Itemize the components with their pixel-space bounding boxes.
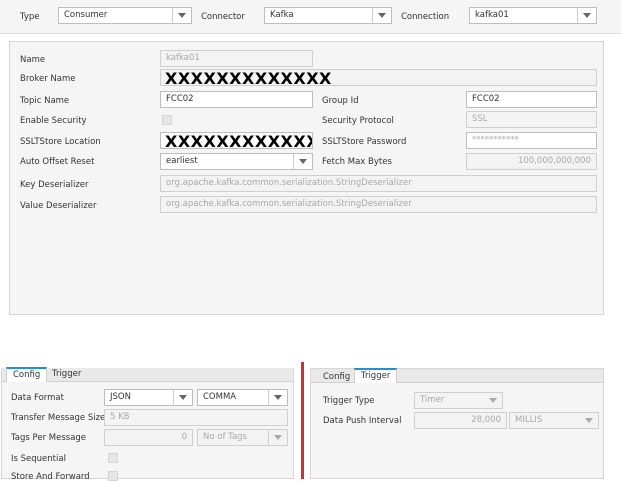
ssl-password-label: SSLTStore Password [322, 137, 407, 147]
group-id-value: FCC02 [472, 94, 500, 104]
split-divider[interactable] [301, 362, 304, 479]
type-value: Consumer [64, 10, 108, 20]
key-deserializer-field: org.apache.kafka.common.serialization.St… [160, 175, 597, 192]
transfer-message-size-field: 5 KB [104, 409, 288, 426]
ssl-location-field[interactable]: XXXXXXXXXXXX [160, 132, 313, 149]
type-label: Type [20, 12, 40, 22]
security-protocol-label: Security Protocol [322, 116, 394, 126]
store-and-forward-label: Store And Forward [11, 472, 90, 482]
push-interval-unit-value: MILLIS [515, 415, 543, 425]
name-value: kafka01 [166, 53, 200, 63]
connector-select[interactable]: Kafka [264, 7, 392, 24]
chevron-down-icon [268, 390, 287, 405]
left-tab-config-label: Config [13, 370, 41, 380]
data-format-value: JSON [110, 392, 131, 402]
left-tab-config[interactable]: Config [6, 367, 48, 382]
data-push-interval-field: 28,000 [414, 412, 507, 429]
key-deserializer-value: org.apache.kafka.common.serialization.St… [166, 178, 412, 188]
delimiter-value: COMMA [203, 392, 237, 402]
left-tab-trigger-label: Trigger [52, 369, 82, 379]
security-protocol-value: SSL [472, 114, 488, 124]
connector-label: Connector [201, 12, 245, 22]
fetch-max-bytes-field: 100,000,000,000 [466, 153, 597, 170]
auto-offset-reset-value: earliest [166, 156, 198, 166]
push-interval-unit-select: MILLIS [509, 412, 599, 429]
broker-name-field[interactable]: XXXXXXXXXXXXX [160, 69, 597, 86]
enable-security-label: Enable Security [20, 116, 87, 126]
name-label: Name [20, 55, 46, 65]
name-field: kafka01 [160, 50, 313, 67]
data-push-interval-value: 28,000 [471, 415, 501, 425]
right-tab-config-label: Config [323, 372, 351, 382]
key-deserializer-label: Key Deserializer [20, 180, 89, 190]
chevron-down-icon [372, 8, 391, 23]
enable-security-checkbox[interactable] [162, 115, 172, 125]
connection-label: Connection [401, 12, 450, 22]
right-tab-trigger[interactable]: Trigger [354, 368, 398, 383]
ssl-password-field[interactable]: *********** [466, 132, 597, 149]
tags-unit-value: No of Tags [203, 432, 247, 442]
value-deserializer-label: Value Deserializer [20, 201, 97, 211]
right-tab-config[interactable]: Config [317, 370, 356, 385]
topic-name-field[interactable]: FCC02 [160, 91, 313, 108]
chevron-down-icon [268, 430, 287, 445]
auto-offset-reset-select[interactable]: earliest [160, 153, 313, 170]
tags-unit-select: No of Tags [197, 429, 288, 446]
is-sequential-checkbox[interactable] [108, 453, 118, 463]
security-protocol-field: SSL [466, 111, 597, 128]
trigger-type-select: Timer [414, 392, 503, 409]
type-select[interactable]: Consumer [58, 7, 192, 24]
chevron-down-icon [172, 8, 191, 23]
ssl-password-value: *********** [472, 135, 519, 145]
value-deserializer-value: org.apache.kafka.common.serialization.St… [166, 199, 412, 209]
fetch-max-bytes-value: 100,000,000,000 [517, 156, 591, 166]
chevron-down-icon [484, 393, 502, 408]
data-push-interval-label: Data Push Interval [323, 416, 402, 426]
store-and-forward-checkbox[interactable] [108, 471, 118, 481]
delimiter-select[interactable]: COMMA [197, 389, 288, 406]
trigger-type-label: Trigger Type [323, 396, 375, 406]
ssl-location-value: XXXXXXXXXXXX [165, 132, 313, 149]
data-format-select[interactable]: JSON [104, 389, 193, 406]
trigger-type-value: Timer [420, 395, 445, 405]
connection-value: kafka01 [475, 10, 509, 20]
tags-per-message-label: Tags Per Message [11, 433, 87, 443]
value-deserializer-field: org.apache.kafka.common.serialization.St… [160, 196, 597, 213]
transfer-message-size-value: 5 KB [110, 412, 130, 422]
broker-name-value: XXXXXXXXXXXXX [165, 69, 332, 86]
right-tab-trigger-label: Trigger [361, 371, 391, 381]
fetch-max-bytes-label: Fetch Max Bytes [322, 157, 392, 167]
chevron-down-icon [173, 390, 192, 405]
chevron-down-icon [293, 154, 312, 169]
transfer-message-size-label: Transfer Message Size [11, 413, 106, 423]
topic-name-label: Topic Name [20, 96, 70, 106]
data-format-label: Data Format [11, 393, 64, 403]
connection-select[interactable]: kafka01 [469, 7, 597, 24]
chevron-down-icon [577, 8, 596, 23]
tags-per-message-field: 0 [104, 429, 193, 446]
auto-offset-reset-label: Auto Offset Reset [20, 157, 95, 167]
chevron-down-icon [580, 413, 598, 428]
is-sequential-label: Is Sequential [11, 454, 66, 464]
broker-name-label: Broker Name [20, 74, 76, 84]
group-id-field[interactable]: FCC02 [466, 91, 597, 108]
tags-per-message-value: 0 [181, 432, 187, 442]
left-tab-trigger[interactable]: Trigger [46, 367, 87, 382]
topic-name-value: FCC02 [166, 94, 194, 104]
group-id-label: Group Id [322, 96, 359, 106]
ssl-location-label: SSLTStore Location [20, 137, 101, 147]
connector-value: Kafka [270, 10, 294, 20]
